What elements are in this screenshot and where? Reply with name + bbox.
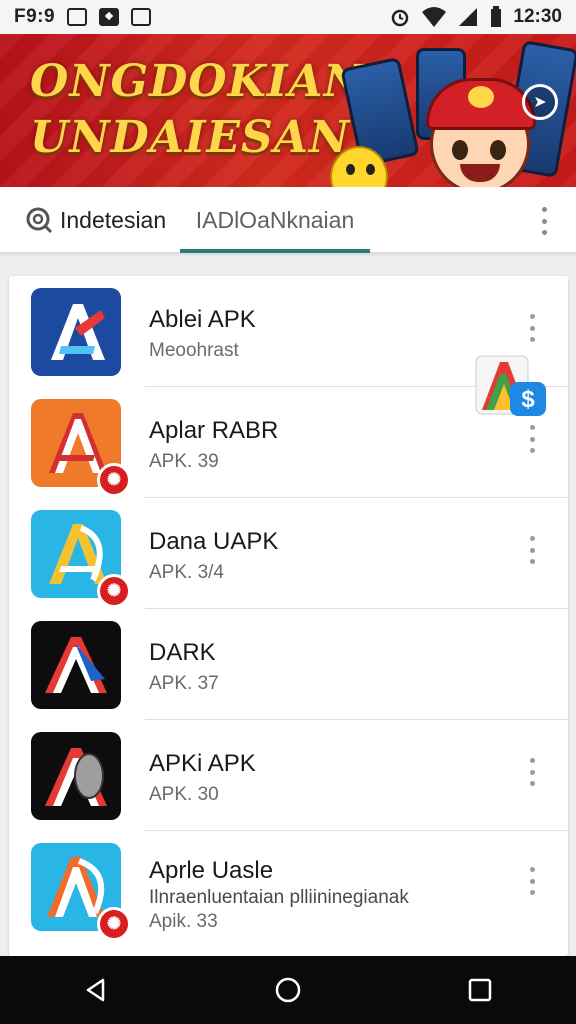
search-icon[interactable] <box>24 205 54 235</box>
status-bar: F9:9 12:30 <box>0 0 576 34</box>
app-title: Dana UAPK <box>149 528 279 555</box>
more-options-icon[interactable] <box>527 423 537 455</box>
app-description: Ilnraenluentaian plliininegianak <box>149 887 409 908</box>
recents-icon <box>468 978 492 1002</box>
wifi-icon <box>422 7 447 27</box>
list-item[interactable]: DARK APK. 37 <box>9 609 568 720</box>
list-item[interactable]: ✺ Dana UAPK APK. 3/4 <box>9 498 568 609</box>
app-title: Aprle Uasle <box>149 857 274 884</box>
navigation-bar <box>0 956 576 1024</box>
back-button[interactable] <box>66 960 126 1020</box>
chick-eye <box>366 164 375 175</box>
app-title: Ablei APK <box>149 306 256 333</box>
mascot-cap-badge <box>468 86 494 108</box>
home-icon <box>275 977 301 1003</box>
app-subtitle: APK. 30 <box>149 784 219 805</box>
chick-eye <box>346 164 355 175</box>
list-item[interactable]: ✺ Aprle Uasle Ilnraenluentaian plliinine… <box>9 831 568 942</box>
blue-a-icon <box>31 288 121 376</box>
back-icon <box>86 978 105 1002</box>
tab-indetesian[interactable]: Indetesian <box>60 187 166 253</box>
tab-iadloankmaian[interactable]: IADlOaNknaian <box>180 187 370 253</box>
status-time: F9:9 <box>14 6 56 27</box>
sync-icon <box>131 8 152 26</box>
banner-title-line2: UNDAIESAN <box>30 112 351 163</box>
status-clock: 12:30 <box>513 6 562 27</box>
app-subtitle: Apik. 33 <box>149 911 218 932</box>
badge-icon: ✺ <box>97 463 131 497</box>
app-title: Aplar RABR <box>149 417 279 444</box>
colorful-a-dollar-icon[interactable]: $ <box>474 354 548 418</box>
battery-icon <box>491 6 502 27</box>
overflow-menu-icon[interactable] <box>534 205 554 237</box>
black-leaf-a-icon <box>31 732 121 820</box>
app-subtitle: Meoohrast <box>149 340 239 361</box>
app-subtitle: APK. 3/4 <box>149 562 224 583</box>
app-subtitle: APK. 39 <box>149 451 219 472</box>
more-options-icon[interactable] <box>527 865 537 897</box>
app-title: DARK <box>149 639 216 666</box>
banner-title-line1: ONGDOKIAN <box>30 56 365 107</box>
badge-icon: ✺ <box>97 574 131 608</box>
notification-icon <box>99 8 120 26</box>
more-options-icon[interactable] <box>527 756 537 788</box>
gallery-icon <box>67 8 88 26</box>
promo-banner[interactable]: ONGDOKIAN UNDAIESAN ➤ <box>0 34 576 187</box>
more-options-icon[interactable] <box>527 312 537 344</box>
mascot-eye <box>490 140 506 160</box>
banner-action-icon[interactable]: ➤ <box>522 84 558 120</box>
svg-text:$: $ <box>521 386 535 413</box>
more-options-icon[interactable] <box>527 534 537 566</box>
banner-title: ONGDOKIAN UNDAIESAN <box>30 54 365 166</box>
badge-icon: ✺ <box>97 907 131 941</box>
mascot-eye <box>452 140 468 160</box>
recents-button[interactable] <box>450 960 510 1020</box>
black-a-icon <box>31 621 121 709</box>
alarm-icon <box>392 9 409 27</box>
home-button[interactable] <box>258 960 318 1020</box>
signal-icon <box>459 8 478 26</box>
tab-indicator <box>180 249 370 253</box>
app-subtitle: APK. 37 <box>149 673 219 694</box>
list-item[interactable]: APKi APK APK. 30 <box>9 720 568 831</box>
app-title: APKi APK <box>149 750 256 777</box>
